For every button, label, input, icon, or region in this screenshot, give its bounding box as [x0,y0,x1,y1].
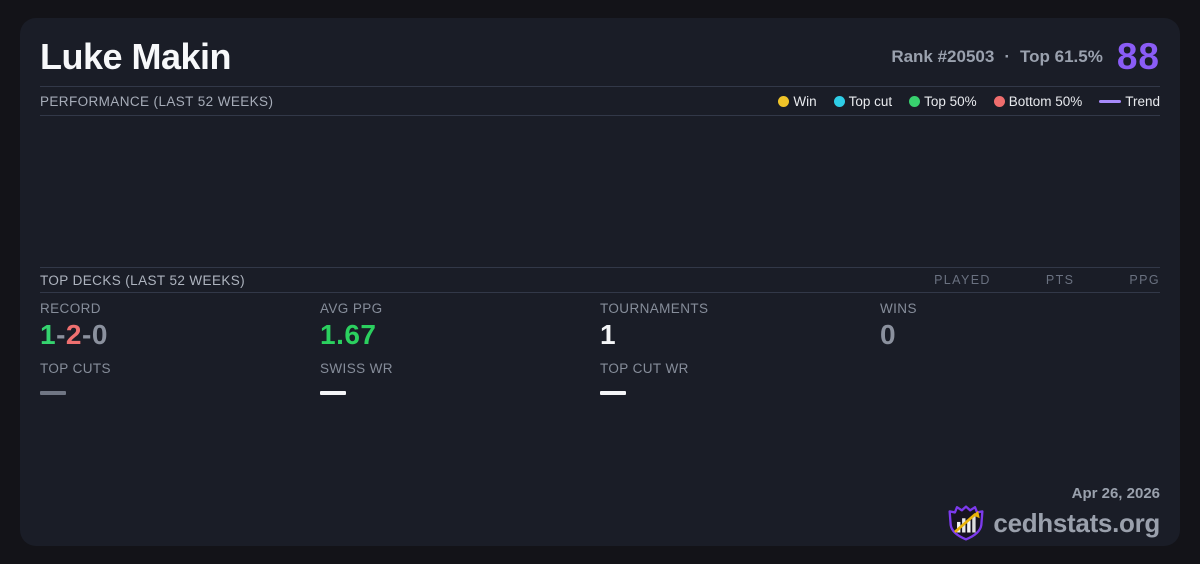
legend-item-top-50: Top 50% [909,94,977,109]
record-separator: - [81,319,92,350]
legend-item-trend: Trend [1099,94,1160,109]
player-name: Luke Makin [40,36,232,77]
player-score: 88 [1116,36,1160,77]
record-separator: - [56,319,66,350]
column-header-pts: PTS [1045,273,1075,287]
performance-label: PERFORMANCE (LAST 52 WEEKS) [40,93,274,109]
stat-label: WINS [880,301,917,316]
stat-record: RECORD 1-2-0 [40,301,320,351]
percentile-label: Top 61.5% [1020,47,1103,66]
legend-item-top-cut: Top cut [833,93,893,109]
trend-line-icon [1099,99,1122,103]
tournaments-value: 1 [600,319,617,350]
legend-label: Top cut [848,93,893,109]
legend-label: Trend [1125,93,1160,109]
legend-item-bottom-50: Bottom 50% [993,93,1083,109]
stat-wins: WINS 0 [880,301,1160,351]
bottom-50-dot-icon [993,95,1005,107]
empty-value-dash [320,391,346,395]
top-50-dot-icon [909,95,921,107]
cedhstats-shield-logo-icon [948,505,984,541]
empty-value-dash [600,391,626,395]
stat-label: RECORD [40,301,101,316]
stat-label: TOURNAMENTS [600,301,709,316]
header-rank-score: Rank #20503 · Top 61.5% 88 [891,36,1160,78]
legend-label: Win [793,93,817,109]
stat-avg-ppg: AVG PPG 1.67 [320,301,600,351]
stats-grid: RECORD 1-2-0 AVG PPG 1.67 TOURNAMENTS 1 … [20,293,1180,546]
player-stats-card: Luke Makin Rank #20503 · Top 61.5% 88 PE… [20,18,1180,546]
record-draws: 0 [91,319,108,350]
record-value: 1-2-0 [40,319,320,351]
wins-value: 0 [880,319,897,350]
column-header-played: PLAYED [934,273,991,287]
stat-top-cuts: TOP CUTS [40,361,320,395]
column-header-ppg: PPG [1129,273,1160,287]
brand-row: cedhstats.org [947,504,1160,542]
rank-separator: · [1004,47,1011,66]
stat-label: TOP CUTS [40,361,111,376]
rank-line: Rank #20503 · Top 61.5% [891,47,1103,67]
legend-item-win: Win [778,93,817,109]
top-decks-columns: PLAYED PTS PPG [879,273,1160,287]
performance-chart [20,116,1180,267]
win-dot-icon [778,95,790,107]
legend-label: Top 50% [924,93,977,109]
stat-swiss-wr: SWISS WR [320,361,600,395]
stat-top-cut-wr: TOP CUT WR [600,361,880,395]
chart-legend: Win Top cut Top 50% Bottom 50% Trend [778,94,1160,109]
brand-name: cedhstats.org [993,507,1160,538]
card-header: Luke Makin Rank #20503 · Top 61.5% 88 [20,18,1180,86]
avg-ppg-value: 1.67 [320,319,377,350]
card-footer: Apr 26, 2026 cedhstats.org [947,485,1160,542]
footer-date: Apr 26, 2026 [1071,485,1160,502]
rank-label: Rank #20503 [891,47,995,66]
top-decks-label: TOP DECKS (LAST 52 WEEKS) [40,272,246,288]
performance-header: PERFORMANCE (LAST 52 WEEKS) Win Top cut … [20,87,1180,115]
top-decks-header: TOP DECKS (LAST 52 WEEKS) PLAYED PTS PPG [20,268,1180,292]
stat-label: AVG PPG [320,301,383,316]
stat-label: SWISS WR [320,361,393,376]
empty-value-dash [40,391,66,395]
top-cut-dot-icon [833,95,845,107]
stat-label: TOP CUT WR [600,361,689,376]
record-wins: 1 [40,319,57,350]
legend-label: Bottom 50% [1008,93,1083,109]
stat-tournaments: TOURNAMENTS 1 [600,301,880,351]
record-losses: 2 [65,319,82,350]
